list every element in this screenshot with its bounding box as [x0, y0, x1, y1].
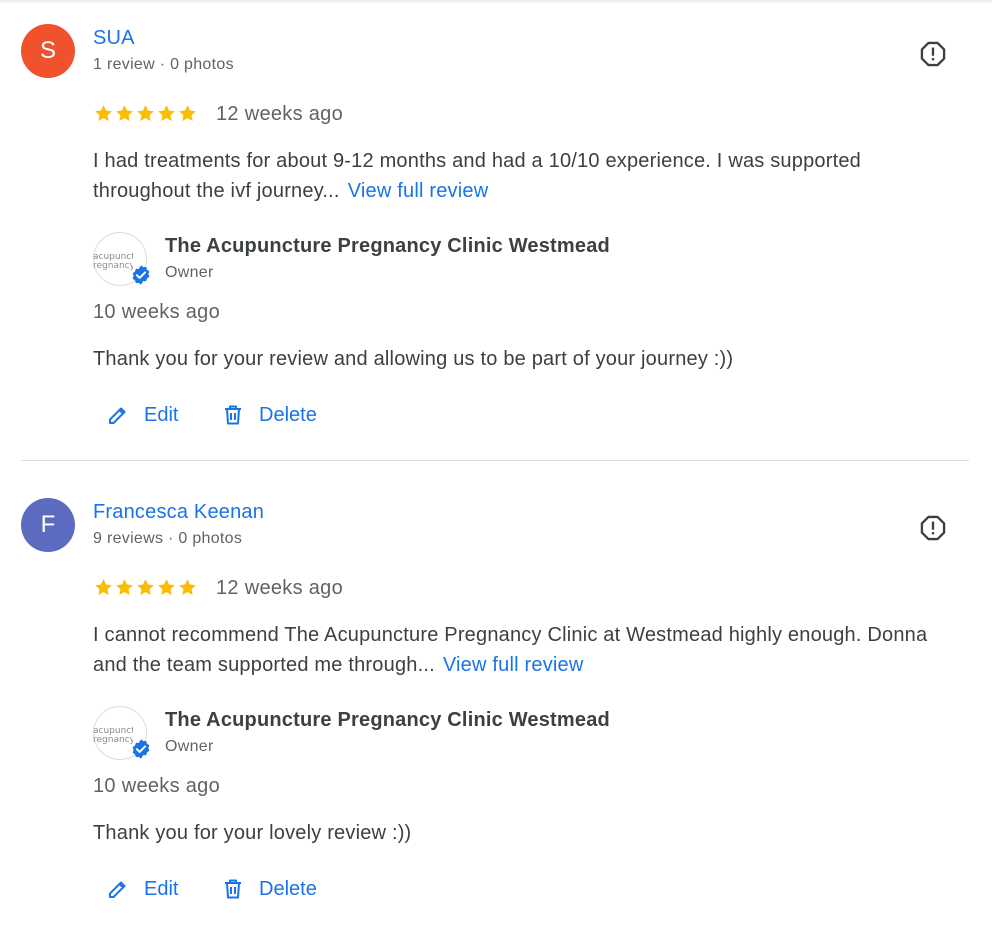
reviewer-meta: 9 reviews · 0 photos — [93, 530, 243, 547]
pencil-icon — [109, 407, 126, 424]
owner-logo: acupuncture regnancy cl — [93, 232, 150, 286]
edit-label: Edit — [144, 877, 179, 900]
star-icon — [137, 105, 154, 122]
star-icon — [95, 105, 112, 122]
review-card: S SUA 1 review · 0 photos 12 weeks ago I… — [0, 0, 992, 474]
star-rating — [93, 577, 198, 598]
owner-role: Owner — [165, 264, 214, 281]
owner-logo: acupuncture regnancy cl — [93, 706, 150, 760]
edit-label: Edit — [144, 403, 179, 426]
owner-logo-text: acupuncture regnancy cl — [93, 727, 133, 745]
review-text: I had treatments for about 9-12 months a… — [93, 146, 943, 206]
delete-label: Delete — [259, 877, 317, 900]
reply-date: 10 weeks ago — [93, 301, 221, 323]
delete-reply-button[interactable]: Delete — [221, 398, 317, 432]
review-date: 12 weeks ago — [216, 577, 344, 599]
review-text: I cannot recommend The Acupuncture Pregn… — [93, 620, 943, 680]
star-icon — [116, 105, 133, 122]
owner-name: The Acupuncture Pregnancy Clinic Westmea… — [165, 235, 610, 257]
report-octagon-icon — [920, 41, 946, 67]
reviewer-name[interactable]: SUA — [93, 27, 135, 50]
star-icon — [179, 579, 196, 596]
star-icon — [158, 105, 175, 122]
report-button[interactable] — [917, 38, 949, 70]
star-icon — [179, 105, 196, 122]
pencil-icon — [109, 881, 126, 898]
owner-logo-text: acupuncture regnancy cl — [93, 253, 133, 271]
reviewer-name[interactable]: Francesca Keenan — [93, 501, 264, 524]
review-date: 12 weeks ago — [216, 103, 344, 125]
reply-text: Thank you for your review and allowing u… — [93, 348, 734, 370]
reply-text: Thank you for your lovely review :)) — [93, 822, 412, 844]
star-icon — [137, 579, 154, 596]
review-divider — [21, 460, 969, 461]
view-full-review-link[interactable]: View full review — [348, 180, 489, 202]
view-full-review-link[interactable]: View full review — [443, 654, 584, 676]
verified-check-icon — [132, 265, 150, 285]
edit-reply-button[interactable]: Edit — [106, 398, 178, 432]
reviewer-avatar[interactable]: S — [21, 24, 75, 78]
reply-date: 10 weeks ago — [93, 775, 221, 797]
delete-label: Delete — [259, 403, 317, 426]
reviewer-avatar[interactable]: F — [21, 498, 75, 552]
report-button[interactable] — [917, 512, 949, 544]
trash-icon — [225, 879, 241, 899]
owner-name: The Acupuncture Pregnancy Clinic Westmea… — [165, 709, 610, 731]
trash-icon — [225, 405, 241, 425]
star-icon — [95, 579, 112, 596]
star-icon — [116, 579, 133, 596]
review-card: F Francesca Keenan 9 reviews · 0 photos … — [0, 474, 992, 934]
star-icon — [158, 579, 175, 596]
reviewer-meta: 1 review · 0 photos — [93, 56, 234, 73]
edit-reply-button[interactable]: Edit — [106, 872, 178, 906]
verified-check-icon — [132, 739, 150, 759]
delete-reply-button[interactable]: Delete — [221, 872, 317, 906]
star-rating — [93, 103, 198, 124]
report-octagon-icon — [920, 515, 946, 541]
owner-role: Owner — [165, 738, 214, 755]
